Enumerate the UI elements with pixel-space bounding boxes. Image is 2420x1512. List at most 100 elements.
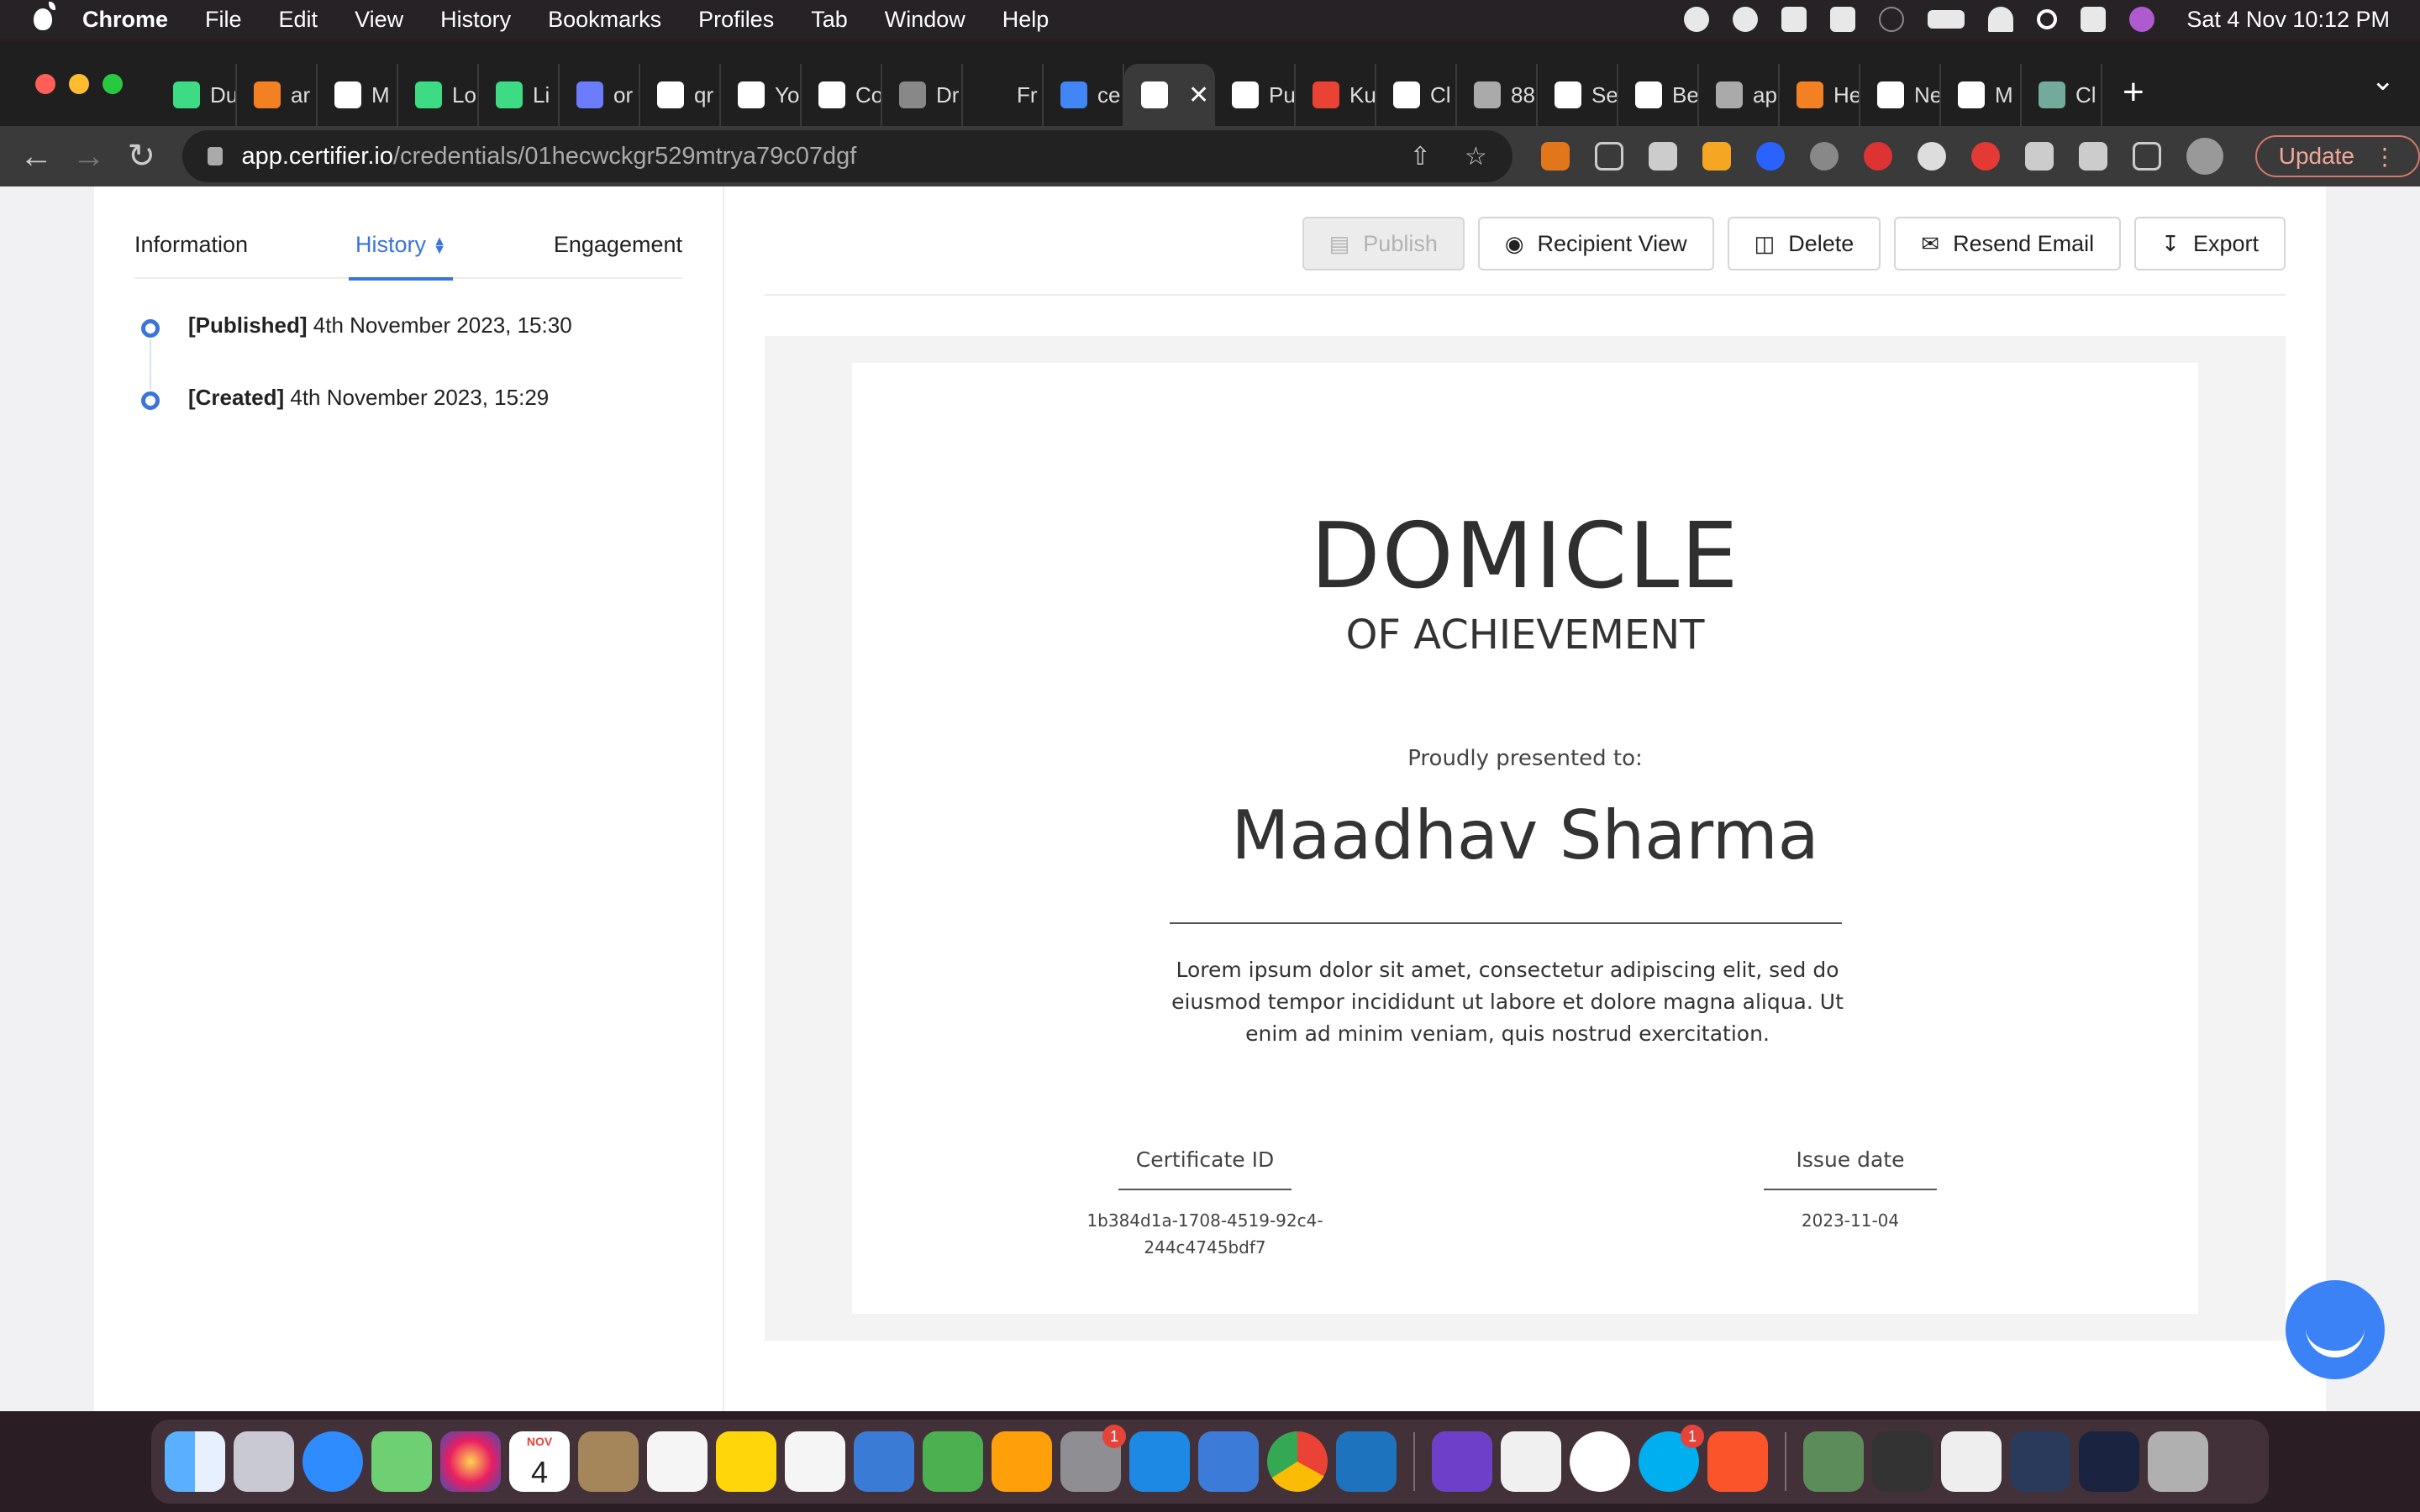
profile-avatar[interactable] xyxy=(2186,138,2223,175)
skype-icon[interactable]: 1 xyxy=(1639,1425,1704,1492)
share-icon[interactable]: ⇧ xyxy=(1410,142,1431,171)
minimized-window-thumbnail[interactable] xyxy=(2079,1431,2139,1492)
simulator-icon[interactable] xyxy=(1570,1431,1630,1492)
browser-tab-active[interactable]: ✕ xyxy=(1124,64,1215,126)
resend-email-button[interactable]: ✉ Resend Email xyxy=(1894,217,2122,270)
menu-bookmarks[interactable]: Bookmarks xyxy=(548,7,661,33)
back-arrow-icon[interactable]: ← xyxy=(10,138,62,176)
export-button[interactable]: ↧ Export xyxy=(2134,217,2286,270)
menu-history[interactable]: History xyxy=(440,7,511,33)
github-desktop-icon[interactable] xyxy=(1432,1431,1492,1492)
browser-tab[interactable]: He xyxy=(1780,64,1860,126)
lock-icon[interactable] xyxy=(208,147,224,165)
browser-tab[interactable]: Cl xyxy=(1376,64,1457,126)
menu-edit[interactable]: Edit xyxy=(279,7,318,33)
browser-tab[interactable]: qr xyxy=(640,64,721,126)
contacts-icon[interactable] xyxy=(578,1431,639,1492)
stop-hand-extension-icon[interactable] xyxy=(1970,142,2000,171)
checkbox-icon[interactable] xyxy=(1830,7,1856,32)
chat-widget-button[interactable] xyxy=(2286,1280,2385,1379)
freeform-icon[interactable] xyxy=(785,1431,845,1492)
minimized-window-thumbnail[interactable] xyxy=(1803,1431,1864,1492)
reminders-icon[interactable] xyxy=(647,1431,708,1492)
calendar-icon[interactable]: NOV 4 xyxy=(509,1431,570,1492)
close-tab-icon[interactable]: ✕ xyxy=(1188,81,1209,110)
delete-button[interactable]: ◫ Delete xyxy=(1727,217,1881,270)
system-settings-icon[interactable]: 1 xyxy=(1060,1425,1126,1492)
publish-button[interactable]: ▤ Publish xyxy=(1302,217,1465,270)
menu-file[interactable]: File xyxy=(205,7,242,33)
forward-arrow-icon[interactable]: → xyxy=(62,138,114,176)
screenshot-extension-icon[interactable] xyxy=(1594,142,1623,171)
browser-tab[interactable]: Ku xyxy=(1296,64,1376,126)
battery-icon[interactable] xyxy=(1928,10,1965,29)
vscode-icon[interactable] xyxy=(1336,1431,1397,1492)
menu-bar-clock[interactable]: Sat 4 Nov 10:12 PM xyxy=(2186,7,2390,33)
browser-tab[interactable]: Li xyxy=(479,64,560,126)
update-chrome-button[interactable]: Update ⋮ xyxy=(2254,135,2420,177)
xcode-icon[interactable] xyxy=(1198,1431,1259,1492)
minimized-window-thumbnail[interactable] xyxy=(1872,1431,1933,1492)
minimized-window-thumbnail[interactable] xyxy=(2010,1431,2070,1492)
check-extension-icon[interactable] xyxy=(1917,142,1946,171)
tab-information[interactable]: Information xyxy=(134,220,248,279)
address-bar[interactable]: app.certifier.io /credentials/01hecwckgr… xyxy=(182,130,1512,182)
menu-help[interactable]: Help xyxy=(1002,7,1050,33)
finder-icon[interactable] xyxy=(165,1431,225,1492)
puzzle-extensions-icon[interactable] xyxy=(2024,142,2054,171)
menu-tab[interactable]: Tab xyxy=(811,7,848,33)
tab-search-chevron-icon[interactable]: ⌄ xyxy=(2371,64,2396,97)
browser-tab[interactable]: M xyxy=(1941,64,2022,126)
zoom-window-button[interactable] xyxy=(103,74,123,94)
safari-icon[interactable] xyxy=(302,1431,363,1492)
browser-tab[interactable]: Lo xyxy=(398,64,479,126)
brave-icon[interactable] xyxy=(1707,1431,1768,1492)
notes-icon[interactable] xyxy=(716,1431,776,1492)
pages-icon[interactable] xyxy=(992,1431,1052,1492)
adblock-extension-icon[interactable] xyxy=(1863,142,1892,171)
browser-tab[interactable]: Du xyxy=(156,64,237,126)
vpn-icon[interactable] xyxy=(1733,7,1759,32)
photos-icon[interactable] xyxy=(440,1431,501,1492)
recipient-view-button[interactable]: ◉ Recipient View xyxy=(1477,217,1714,270)
browser-tab[interactable]: Fr xyxy=(963,64,1044,126)
tab-history[interactable]: History ▲ ▼ xyxy=(349,220,453,281)
browser-tab[interactable]: M xyxy=(318,64,398,126)
browser-tab[interactable]: 88 xyxy=(1457,64,1538,126)
browser-tab[interactable]: Se xyxy=(1538,64,1618,126)
cloud-extension-icon[interactable] xyxy=(1809,142,1839,171)
paperclip-icon[interactable] xyxy=(1781,7,1807,32)
trash-icon[interactable] xyxy=(2148,1431,2208,1492)
app-store-icon[interactable] xyxy=(1129,1431,1190,1492)
browser-tab[interactable]: Co xyxy=(802,64,882,126)
browser-tab[interactable]: Be xyxy=(1618,64,1699,126)
browser-tab[interactable]: Ne xyxy=(1860,64,1941,126)
minimize-window-button[interactable] xyxy=(69,74,89,94)
tab-engagement[interactable]: Engagement xyxy=(554,220,682,279)
more-vertical-icon[interactable]: ⋮ xyxy=(2373,143,2396,171)
launchpad-icon[interactable] xyxy=(234,1431,294,1492)
browser-tab[interactable]: ar xyxy=(237,64,318,126)
minimized-window-thumbnail[interactable] xyxy=(1941,1431,2002,1492)
menu-app-name[interactable]: Chrome xyxy=(82,7,168,33)
media-control-icon[interactable] xyxy=(2078,142,2107,171)
close-window-button[interactable] xyxy=(35,74,55,94)
java-icon[interactable] xyxy=(1501,1431,1561,1492)
siri-icon[interactable] xyxy=(2129,7,2155,32)
browser-tab[interactable]: ce xyxy=(1044,64,1124,126)
bookmark-star-icon[interactable]: ☆ xyxy=(1465,142,1487,171)
wifi-icon[interactable] xyxy=(1988,7,2014,32)
browser-tab[interactable]: ap xyxy=(1699,64,1780,126)
numbers-icon[interactable] xyxy=(923,1431,983,1492)
bluetooth-off-icon[interactable] xyxy=(1879,7,1905,32)
key-extension-icon[interactable] xyxy=(1702,142,1731,171)
browser-tab[interactable]: Yo xyxy=(721,64,802,126)
reload-icon[interactable]: ↻ xyxy=(115,137,167,176)
browser-tab[interactable]: Cl xyxy=(2022,64,2102,126)
browser-tab[interactable]: Pu xyxy=(1215,64,1296,126)
chrome-icon[interactable] xyxy=(1267,1431,1328,1492)
spotlight-search-icon[interactable] xyxy=(2037,9,2058,29)
keynote-icon[interactable] xyxy=(854,1431,914,1492)
apple-icon[interactable] xyxy=(34,2,55,30)
browser-tab[interactable]: Dr xyxy=(882,64,963,126)
